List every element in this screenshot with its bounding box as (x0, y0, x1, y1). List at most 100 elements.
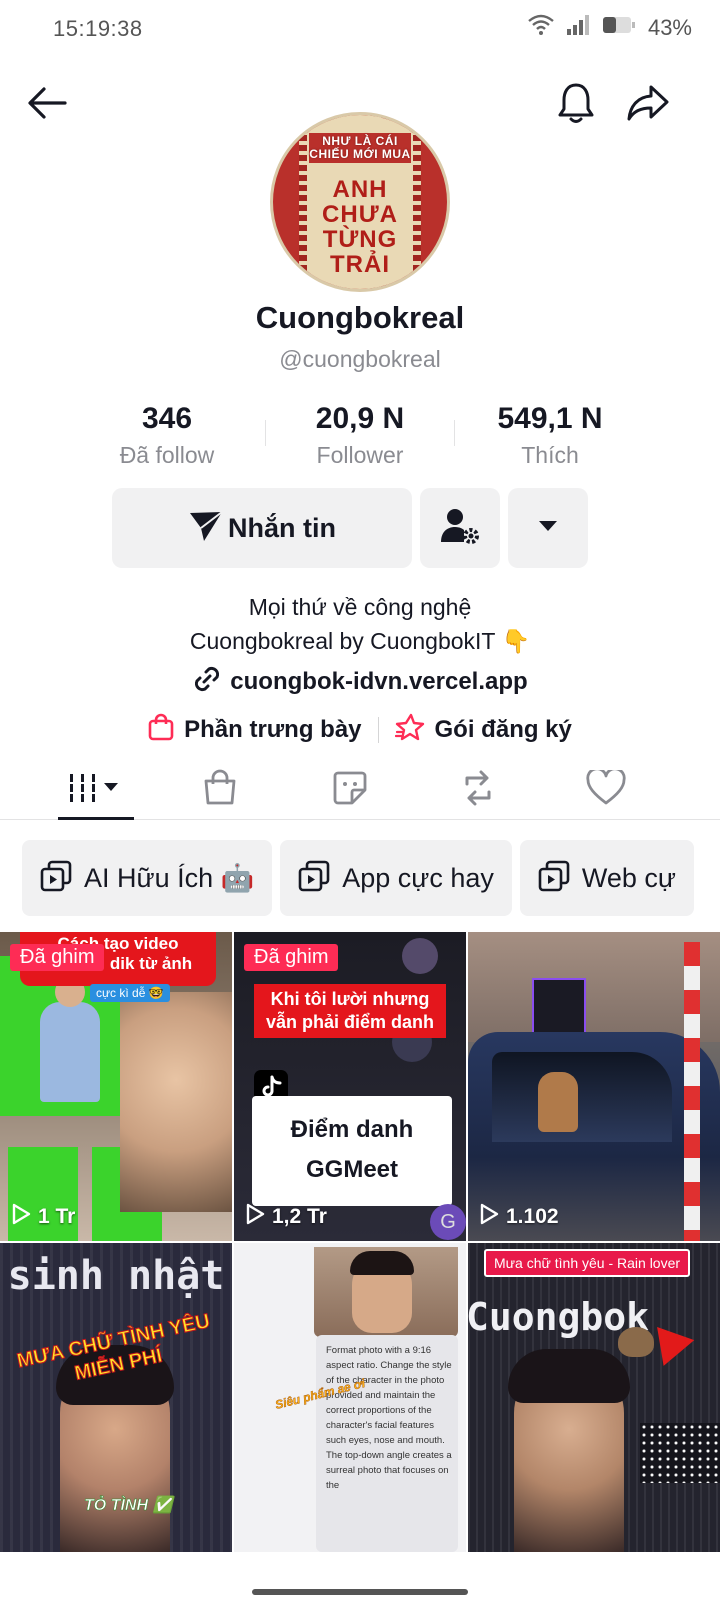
signal-icon (566, 14, 590, 41)
video-caption: Khi tôi lười nhưng vẫn phải điểm danh (254, 984, 446, 1038)
follow-settings-button[interactable] (420, 488, 500, 568)
prompt-text: Format photo with a 9:16 aspect ratio. C… (326, 1345, 452, 1491)
view-count-text: 1,2 Tr (272, 1205, 327, 1228)
caret-down-icon (538, 519, 558, 538)
tab-stickers[interactable] (290, 760, 410, 820)
playlist-chips: AI Hữu Ích 🤖 App cực hay Web cự (22, 840, 720, 916)
following-label: Đã follow (119, 442, 215, 468)
showcase-label: Phần trưng bày (184, 715, 362, 743)
likes-count: 549,1 N (497, 402, 603, 435)
view-count: 1.102 (478, 1203, 559, 1231)
view-count-text: 1.102 (506, 1205, 559, 1228)
battery-icon (602, 15, 636, 40)
bell-icon (557, 82, 595, 129)
star-badge-icon (394, 713, 425, 746)
sticker-icon (332, 770, 368, 811)
playlist-chip-label: AI Hữu Ích 🤖 (84, 863, 255, 893)
status-icons: 43% (528, 14, 692, 41)
home-indicator[interactable] (252, 1589, 468, 1595)
avatar-badge: G (430, 1204, 466, 1240)
shop-divider (377, 716, 379, 743)
stat-followers[interactable]: 20,9 N Follower (270, 402, 450, 469)
pinned-badge: Đã ghim (10, 944, 105, 971)
video-thumbnail[interactable]: Khi tôi lười nhưng vẫn phải điểm danh Đi… (234, 932, 466, 1241)
battery-percent: 43% (647, 14, 692, 40)
stat-divider (265, 420, 266, 446)
stat-likes[interactable]: 549,1 N Thích (460, 402, 640, 469)
video-caption: Mưa chữ tình yêu - Rain lover (484, 1249, 691, 1277)
followers-label: Follower (316, 442, 404, 468)
playlist-chip[interactable]: AI Hữu Ích 🤖 (22, 840, 273, 916)
playlist-chip[interactable]: Web cự (519, 840, 695, 916)
username: @cuongbokreal (279, 346, 441, 372)
user-settings-icon (439, 506, 481, 551)
view-count: 1 Tr (10, 1203, 75, 1231)
message-button[interactable]: Nhắn tin (112, 488, 412, 568)
back-button[interactable] (19, 77, 75, 133)
play-icon (244, 1203, 266, 1231)
tab-videos[interactable] (36, 760, 156, 820)
profile-stats: 346 Đã follow 20,9 N Follower 549,1 N Th… (0, 402, 720, 472)
tab-shop[interactable] (160, 760, 280, 820)
send-icon (188, 509, 224, 548)
repost-icon (459, 770, 497, 811)
message-label: Nhắn tin (228, 512, 336, 543)
video-thumbnail[interactable]: sinh nhật MƯA CHỮ TÌNH YÊU MIỄN PHÍ TỎ T… (0, 1243, 232, 1552)
tab-reposts[interactable] (418, 760, 538, 820)
video-title: Điểm danh (290, 1116, 414, 1143)
video-thumbnail[interactable]: Format photo with a 9:16 aspect ratio. C… (234, 1243, 466, 1552)
status-bar: 15:19:38 43% (0, 0, 720, 60)
tab-liked[interactable] (546, 760, 666, 820)
video-tag: TỎ TÌNH ✅ (84, 1497, 173, 1515)
playlist-icon (298, 860, 330, 897)
avatar[interactable]: NHƯ LÀ CÁI CHIẾU MỚI MUA ANH CHƯA TỪNG T… (270, 112, 450, 292)
followers-count: 20,9 N (315, 402, 405, 435)
stat-divider (454, 420, 455, 446)
wifi-icon (528, 14, 554, 41)
share-icon (627, 84, 669, 127)
playlist-chip-label: Web cự (581, 862, 677, 893)
bio-line: Mọi thứ về công nghệ (248, 594, 472, 620)
playlist-icon (40, 860, 72, 897)
link-icon (192, 664, 222, 699)
video-thumbnail[interactable]: 1.102 (468, 932, 720, 1241)
arrow-left-icon (27, 86, 67, 125)
stat-following[interactable]: 346 Đã follow (77, 402, 257, 469)
likes-label: Thích (521, 442, 579, 468)
grid-filter-icon (68, 771, 124, 810)
view-count: 1,2 Tr (244, 1203, 327, 1231)
notification-button[interactable] (548, 77, 604, 133)
playlist-chip[interactable]: App cực hay (280, 840, 512, 916)
subscription-button[interactable]: Gói đăng ký (394, 713, 572, 746)
video-thumbnail[interactable]: Mưa chữ tình yêu - Rain lover Cuongbok (468, 1243, 720, 1552)
showcase-button[interactable]: Phần trưng bày (148, 713, 362, 746)
pinned-badge: Đã ghim (244, 944, 339, 971)
following-count: 346 (141, 402, 193, 435)
video-tag: cực kì dễ 🤓 (90, 984, 170, 1002)
shopping-bag-icon (148, 713, 174, 746)
play-icon (10, 1203, 32, 1231)
bio-line: Cuongbokreal by CuongbokIT 👇 (189, 628, 531, 654)
avatar-small-text: NHƯ LÀ CÁI CHIẾU MỚI MUA (309, 133, 411, 163)
action-buttons: Nhắn tin (0, 488, 720, 568)
display-name: Cuongbokreal (255, 300, 465, 335)
bio-link[interactable]: cuongbok-idvn.vercel.app (0, 664, 720, 699)
profile-tabs (0, 760, 720, 820)
status-time: 15:19:38 (53, 16, 143, 41)
video-title: GGMeet (305, 1156, 398, 1183)
more-dropdown-button[interactable] (508, 488, 588, 568)
video-caption: sinh nhật (7, 1253, 225, 1299)
subscription-label: Gói đăng ký (434, 715, 572, 743)
video-thumbnail[interactable]: Cách tạo video dik từ ảnh cực kì dễ 🤓 Đã… (0, 932, 232, 1241)
shopping-bag-icon (202, 769, 238, 812)
heart-icon (586, 766, 626, 811)
playlist-chip-label: App cực hay (342, 862, 494, 893)
tab-active-indicator (58, 817, 134, 820)
view-count-text: 1 Tr (38, 1205, 76, 1228)
video-grid: Cách tạo video dik từ ảnh cực kì dễ 🤓 Đã… (0, 932, 720, 1552)
bio: Mọi thứ về công nghệ Cuongbokreal by Cuo… (0, 590, 720, 658)
avatar-main-text: ANH CHƯA TỪNG TRẢI (322, 176, 398, 278)
shop-row: Phần trưng bày Gói đăng ký (0, 713, 720, 746)
share-button[interactable] (620, 77, 676, 133)
bio-link-text: cuongbok-idvn.vercel.app (230, 667, 528, 695)
